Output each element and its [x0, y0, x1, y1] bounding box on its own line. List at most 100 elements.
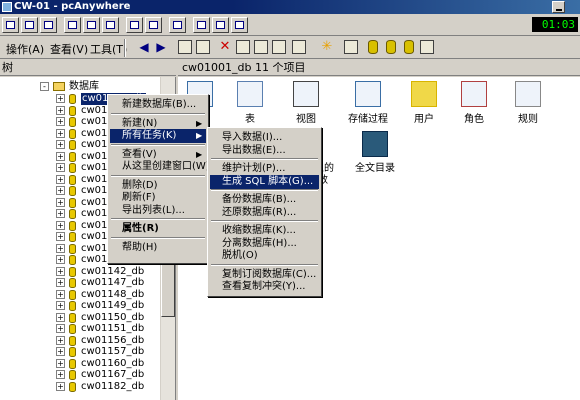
- new-icon[interactable]: ✳: [320, 40, 334, 54]
- help-icon[interactable]: [292, 40, 306, 54]
- details-item-label[interactable]: 规则: [493, 110, 563, 125]
- fulltext-catalog-icon[interactable]: [362, 131, 388, 157]
- expand-icon[interactable]: +: [56, 382, 65, 391]
- view-icon[interactable]: [293, 81, 319, 107]
- details-item-label[interactable]: 视图: [271, 110, 341, 125]
- chat-button[interactable]: [102, 17, 119, 33]
- database-icon: [69, 370, 76, 380]
- window-mode-button[interactable]: [21, 17, 38, 33]
- menu-item-label: 复制订阅数据库(C)...: [222, 268, 317, 280]
- expand-icon[interactable]: +: [56, 140, 65, 149]
- details-header: cw01001_db 11 个项目: [178, 60, 580, 76]
- menu-item[interactable]: 查看复制冲突(Y)...: [210, 280, 319, 294]
- schedule-icon[interactable]: [420, 40, 434, 54]
- disconnect-button[interactable]: [231, 17, 248, 33]
- menu-item[interactable]: 所有任务(K) ▶: [110, 129, 206, 143]
- menu-item[interactable]: 生成 SQL 脚本(G)...: [210, 174, 319, 189]
- details-item-label[interactable]: 全文目录: [340, 159, 410, 174]
- expand-icon[interactable]: +: [56, 347, 65, 356]
- expand-icon[interactable]: +: [56, 359, 65, 368]
- menu-item[interactable]: 脱机(O): [210, 249, 319, 263]
- transfer-button[interactable]: [193, 17, 210, 33]
- menu-action[interactable]: 操作(A): [6, 41, 44, 57]
- menu-separator: [111, 218, 205, 220]
- expand-icon[interactable]: +: [56, 221, 65, 230]
- expand-icon[interactable]: +: [56, 370, 65, 379]
- view-screen-button[interactable]: [2, 17, 19, 33]
- back-arrow-icon[interactable]: ◀: [137, 40, 151, 54]
- expand-icon[interactable]: +: [56, 313, 65, 322]
- menu-item[interactable]: 属性(R): [110, 222, 206, 236]
- database-icon[interactable]: [368, 40, 378, 54]
- rule-icon[interactable]: [515, 81, 541, 107]
- expand-icon[interactable]: +: [56, 175, 65, 184]
- expand-icon[interactable]: +: [56, 106, 65, 115]
- expand-icon[interactable]: +: [56, 278, 65, 287]
- menu-item[interactable]: 新建数据库(B)...: [110, 98, 206, 112]
- properties-icon[interactable]: [236, 40, 250, 54]
- table-icon[interactable]: [237, 81, 263, 107]
- online-button[interactable]: [212, 17, 229, 33]
- role-icon[interactable]: [461, 81, 487, 107]
- database-icon: [69, 301, 76, 311]
- full-screen-button[interactable]: [40, 17, 57, 33]
- tree-item-label: cw01147_db: [81, 277, 145, 288]
- minimize-button[interactable]: [552, 1, 565, 13]
- database-icon: [69, 267, 76, 277]
- expand-icon[interactable]: +: [56, 232, 65, 241]
- show-hide-tree-icon[interactable]: [196, 40, 210, 54]
- file-transfer-button[interactable]: [64, 17, 81, 33]
- database-icon: [69, 290, 76, 300]
- menu-item[interactable]: 导出数据(E)...: [210, 144, 319, 158]
- delete-icon[interactable]: ✕: [218, 40, 232, 54]
- expand-icon[interactable]: +: [56, 117, 65, 126]
- expand-icon[interactable]: +: [56, 267, 65, 276]
- expand-icon[interactable]: +: [56, 290, 65, 299]
- expand-icon[interactable]: +: [56, 129, 65, 138]
- new-database-icon[interactable]: [386, 40, 396, 54]
- expand-icon[interactable]: +: [56, 94, 65, 103]
- menu-item-label: 属性(R): [122, 223, 159, 234]
- menu-item[interactable]: 导出列表(L)...: [110, 204, 206, 218]
- export-list-icon[interactable]: [272, 40, 286, 54]
- snapshot-button[interactable]: [145, 17, 162, 33]
- database-icon: [69, 129, 76, 139]
- expand-icon[interactable]: +: [56, 324, 65, 333]
- context-menu: 新建数据库(B)... 新建(N) ▶ 所有任务(K) ▶ 查看(V) ▶ 从这里创建窗口(W…: [107, 94, 210, 264]
- record-button[interactable]: [126, 17, 143, 33]
- expand-icon[interactable]: +: [56, 198, 65, 207]
- refresh-icon[interactable]: [254, 40, 268, 54]
- database-icon: [69, 94, 76, 104]
- ctrl-alt-del-button[interactable]: [169, 17, 186, 33]
- menu-item[interactable]: 帮助(H): [110, 241, 206, 255]
- clipboard-button[interactable]: [83, 17, 100, 33]
- menu-item[interactable]: 还原数据库(R)...: [210, 206, 319, 220]
- forward-arrow-icon[interactable]: ▶: [154, 40, 168, 54]
- up-one-level-icon[interactable]: [178, 40, 192, 54]
- stored-procedure-icon[interactable]: [355, 81, 381, 107]
- menu-view[interactable]: 查看(V): [50, 41, 88, 57]
- expand-icon[interactable]: +: [56, 255, 65, 264]
- menu-item[interactable]: 从这里创建窗口(W): [110, 160, 210, 174]
- menu-item-label: 查看(V): [122, 148, 157, 160]
- menu-separator: [211, 263, 318, 266]
- collapse-icon[interactable]: -: [40, 82, 49, 91]
- database-icon: [69, 347, 76, 357]
- expand-icon[interactable]: +: [56, 336, 65, 345]
- expand-icon[interactable]: +: [56, 209, 65, 218]
- menu-item-label: 分离数据库(H)...: [222, 237, 297, 249]
- wizard-icon[interactable]: [344, 40, 358, 54]
- database-icon: [69, 232, 76, 242]
- expand-icon[interactable]: +: [56, 152, 65, 161]
- database-icon: [69, 255, 76, 265]
- menu-tools[interactable]: 工具(T): [90, 41, 127, 57]
- expand-icon[interactable]: +: [56, 186, 65, 195]
- user-icon[interactable]: [411, 81, 437, 107]
- database-tool-icon[interactable]: [404, 40, 414, 54]
- menu-item-label: 新建(N): [122, 117, 158, 129]
- expand-icon[interactable]: +: [56, 244, 65, 253]
- expand-icon[interactable]: +: [56, 301, 65, 310]
- expand-icon[interactable]: +: [56, 163, 65, 172]
- database-icon: [69, 198, 76, 208]
- database-icon: [69, 336, 76, 346]
